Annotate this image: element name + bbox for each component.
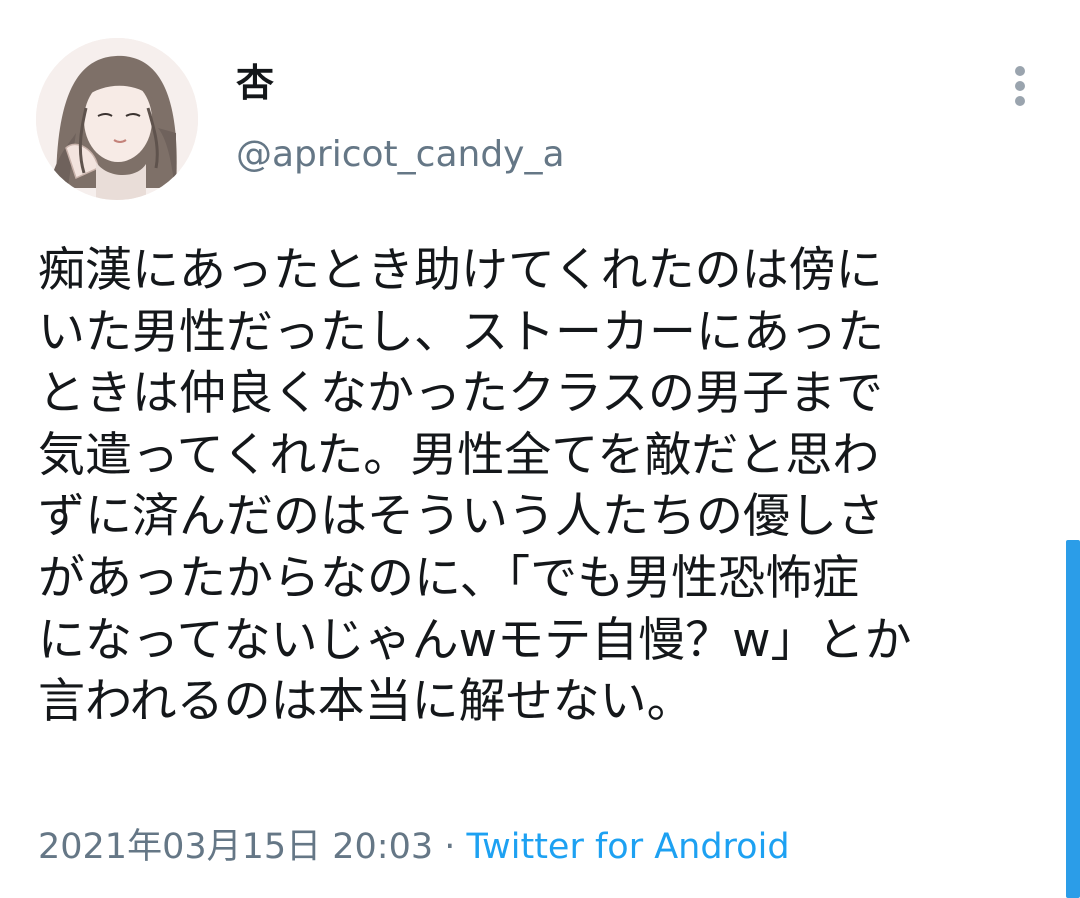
tweet-detail: 杏 @apricot_candy_a 痴漢にあったとき助けてくれたのは傍に いた男… <box>0 0 1080 898</box>
tweet-text-line: ときは仲良くなかったクラスの男子まで <box>38 366 884 422</box>
user-handle[interactable]: @apricot_candy_a <box>236 130 565 180</box>
tweet-text-line: いた男性だったし、ストーカーにあった <box>38 304 884 360</box>
avatar[interactable] <box>36 38 198 200</box>
tweet-timestamp[interactable]: 2021年03月15日 20:03 <box>38 827 433 867</box>
tweet-text-line: 言われるのは本当に解せない。 <box>38 674 694 730</box>
tweet-text: 痴漢にあったとき助けてくれたのは傍に いた男性だったし、ストーカーにあった ときは仲… <box>38 240 1048 733</box>
more-options-button[interactable] <box>1000 58 1040 114</box>
tweet-text-line: 痴漢にあったとき助けてくれたのは傍に <box>38 243 883 298</box>
display-name[interactable]: 杏 <box>236 58 274 108</box>
tweet-text-line: ずに済んだのはそういう人たちの優しさ <box>38 489 884 545</box>
tweet-source-link[interactable]: Twitter for Android <box>467 827 790 867</box>
scrollbar[interactable] <box>1066 540 1080 898</box>
avatar-illustration <box>36 38 198 200</box>
tweet-meta: 2021年03月15日 20:03 · Twitter for Android <box>38 822 790 872</box>
tweet-text-line: 気遣ってくれた。男性全てを敵だと思わ <box>38 427 880 483</box>
tweet-text-line: になってないじゃんwモテ自慢？w」とか <box>38 612 912 668</box>
tweet-text-line: があったからなのに、「でも男性恐怖症 <box>38 550 860 606</box>
meta-separator: · <box>433 827 467 867</box>
